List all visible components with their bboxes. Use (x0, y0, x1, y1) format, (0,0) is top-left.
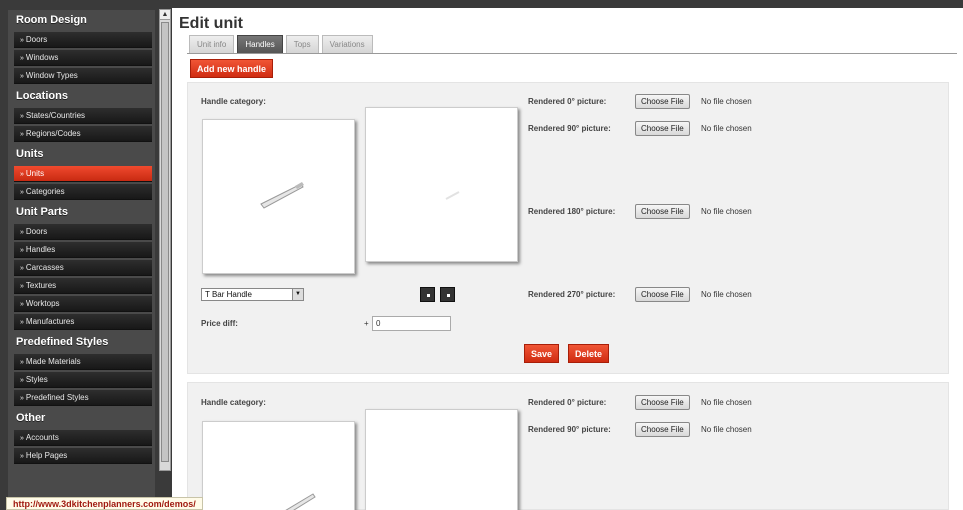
choose-file-180-button[interactable]: Choose File (635, 204, 690, 219)
file-status-90-2: No file chosen (701, 425, 752, 434)
handle-category-selected: T Bar Handle (205, 290, 252, 299)
sidebar-scrollbar[interactable]: ▲ (159, 9, 171, 471)
handle-panel-1: Handle category: Rendered 0° picture: Ch… (187, 82, 949, 374)
move-left-button[interactable] (420, 287, 435, 302)
sidebar-item-states-countries[interactable]: » States/Countries (14, 108, 152, 124)
rendered-90-label: Rendered 90° picture: (528, 124, 611, 133)
rendered-0-label-2: Rendered 0° picture: (528, 398, 607, 407)
handle-secondary-image-2 (365, 409, 518, 510)
sidebar-heading-room-design: Room Design (16, 14, 87, 26)
handle-panel-2: Handle category: Rendered 0° picture: Ch… (187, 382, 949, 510)
file-status-90: No file chosen (701, 124, 752, 133)
delete-button[interactable]: Delete (568, 344, 610, 363)
sidebar-item-handles[interactable]: » Handles (14, 242, 152, 258)
choose-file-0-button[interactable]: Choose File (635, 94, 690, 109)
main-content: Edit unit Unit info Handles Tops Variati… (172, 8, 963, 510)
file-status-270: No file chosen (701, 290, 752, 299)
file-status-0-2: No file chosen (701, 398, 752, 407)
scroll-thumb[interactable] (161, 22, 169, 462)
tab-divider (187, 53, 957, 54)
rendered-0-label: Rendered 0° picture: (528, 97, 607, 106)
tab-variations[interactable]: Variations (321, 35, 373, 53)
handle-category-select[interactable]: T Bar Handle ▼ (201, 288, 304, 301)
page-title: Edit unit (179, 15, 243, 32)
sidebar-heading-locations: Locations (16, 90, 68, 102)
tab-unit-info[interactable]: Unit info (189, 35, 235, 53)
sidebar-heading-units: Units (16, 148, 44, 160)
sidebar-heading-other: Other (16, 412, 46, 424)
sidebar-item-doors[interactable]: » Doors (14, 32, 152, 48)
sidebar-item-manufactures[interactable]: » Manufactures (14, 314, 152, 330)
sidebar-item-carcasses[interactable]: » Carcasses (14, 260, 152, 276)
file-status-180: No file chosen (701, 207, 752, 216)
sidebar-heading-unit-parts: Unit Parts (16, 206, 68, 218)
t-bar-handle-image (260, 182, 304, 209)
handle-preview-image (202, 119, 355, 274)
sidebar-item-accounts[interactable]: » Accounts (14, 430, 152, 446)
tab-handles[interactable]: Handles (237, 35, 283, 53)
tab-bar: Unit info Handles Tops Variations (189, 35, 373, 53)
sidebar-item-textures[interactable]: » Textures (14, 278, 152, 294)
save-button[interactable]: Save (524, 344, 560, 363)
sidebar-item-units[interactable]: » Units (14, 166, 152, 182)
scroll-up-arrow-icon[interactable]: ▲ (160, 10, 170, 20)
sidebar-item-regions-codes[interactable]: » Regions/Codes (14, 126, 152, 142)
rendered-90-label-2: Rendered 90° picture: (528, 425, 611, 434)
sidebar-item-help-pages[interactable]: » Help Pages (14, 448, 152, 464)
choose-file-270-button[interactable]: Choose File (635, 287, 690, 302)
sidebar: Room Design » Doors » Windows » Window Type… (8, 10, 155, 510)
rendered-270-label: Rendered 270° picture: (528, 290, 616, 299)
sidebar-item-categories[interactable]: » Categories (14, 184, 152, 200)
price-diff-label: Price diff: (201, 319, 238, 328)
sidebar-item-window-types[interactable]: » Window Types (14, 68, 152, 84)
move-right-button[interactable] (440, 287, 455, 302)
sidebar-item-part-doors[interactable]: » Doors (14, 224, 152, 240)
sidebar-item-styles[interactable]: » Styles (14, 372, 152, 388)
t-bar-handle-image-2 (285, 493, 316, 510)
sidebar-item-worktops[interactable]: » Worktops (14, 296, 152, 312)
handle-preview-image-2 (202, 421, 355, 510)
handle-secondary-image (365, 107, 518, 262)
add-new-handle-button[interactable]: Add new handle (190, 59, 274, 78)
handle-faint-image (445, 191, 460, 200)
choose-file-90-button[interactable]: Choose File (635, 121, 690, 136)
choose-file-90-button-2[interactable]: Choose File (635, 422, 690, 437)
sidebar-item-windows[interactable]: » Windows (14, 50, 152, 66)
price-diff-input[interactable]: 0 (372, 316, 451, 331)
sidebar-item-predefined-styles[interactable]: » Predefined Styles (14, 390, 152, 406)
tab-tops[interactable]: Tops (285, 35, 319, 53)
sidebar-item-made-materials[interactable]: » Made Materials (14, 354, 152, 370)
sidebar-heading-predefined-styles: Predefined Styles (16, 336, 109, 348)
choose-file-0-button-2[interactable]: Choose File (635, 395, 690, 410)
handle-category-label: Handle category: (201, 97, 266, 106)
status-bar-url: http://www.3dkitchenplanners.com/demos/ (6, 497, 203, 510)
handle-category-label-2: Handle category: (201, 398, 266, 407)
rendered-180-label: Rendered 180° picture: (528, 207, 616, 216)
chevron-down-icon: ▼ (292, 289, 303, 300)
file-status-0: No file chosen (701, 97, 752, 106)
price-sign: + (364, 319, 369, 328)
